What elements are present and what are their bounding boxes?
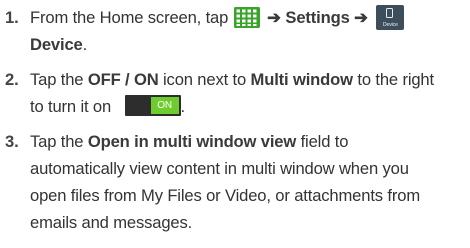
step-number: 3. (5, 132, 19, 151)
arrow-glyph: ➔ (354, 8, 368, 27)
apps-grid-icon (233, 7, 260, 28)
off-on-label: OFF / ON (87, 70, 159, 89)
step-3: 3. Tap the Open in multi window view fie… (0, 128, 468, 244)
step-1-text: From the Home screen, tap ➔ Settings ➔ D… (30, 4, 468, 58)
toggle-on-label: ON (150, 97, 179, 114)
step-text: Tap the (30, 132, 88, 151)
multi-window-label: Multi window (250, 70, 354, 89)
step-text: open files from My Files or Video, or at… (30, 186, 420, 205)
step-2-text: Tap the OFF / ON icon next to Multi wind… (30, 66, 468, 120)
step-1: 1. From the Home screen, tap ➔ Settings … (0, 4, 468, 58)
open-in-multi-window-label: Open in multi window view (87, 132, 297, 151)
device-label: Device (30, 35, 83, 54)
settings-label: Settings (285, 8, 350, 27)
period: . (180, 97, 186, 116)
step-number: 1. (5, 8, 19, 27)
step-text: icon next to (158, 70, 251, 89)
on-off-toggle-icon: ON (124, 95, 181, 116)
step-text: emails and messages. (30, 213, 193, 232)
step-text: Tap the (30, 70, 88, 89)
phone-icon (386, 8, 394, 18)
arrow-glyph: ➔ (267, 8, 281, 27)
step-number: 2. (5, 70, 19, 89)
step-text: automatically view content in multi wind… (30, 159, 409, 178)
step-text: to the right (352, 70, 434, 89)
step-text: to turn it on (30, 97, 112, 116)
step-2: 2. Tap the OFF / ON icon next to Multi w… (0, 66, 468, 120)
instruction-page: 1. From the Home screen, tap ➔ Settings … (0, 0, 470, 248)
period: . (82, 35, 88, 54)
step-text: From the Home screen, tap (30, 8, 229, 27)
step-text: field to (296, 132, 349, 151)
device-icon-caption: Device (382, 22, 398, 28)
step-3-text: Tap the Open in multi window view field … (30, 128, 468, 236)
device-icon: Device (376, 5, 405, 30)
